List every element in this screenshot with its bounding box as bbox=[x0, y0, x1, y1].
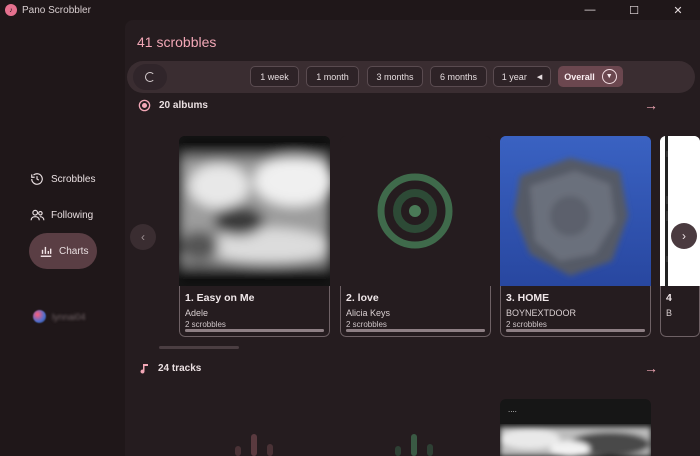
sidebar: Scrobbles Following Charts lynnai04 bbox=[0, 20, 125, 456]
sidebar-item-following[interactable]: Following bbox=[29, 197, 93, 233]
caret-left-icon: ◀ bbox=[536, 73, 543, 81]
sidebar-item-label: Following bbox=[51, 209, 94, 221]
period-toolbar: 1 week 1 month 3 months 6 months 1 year … bbox=[127, 61, 695, 93]
albums-see-all-arrow-icon[interactable]: → bbox=[644, 97, 658, 113]
albums-heading: 20 albums bbox=[159, 100, 208, 111]
period-overall-dropdown[interactable]: Overall ▼ bbox=[558, 66, 623, 87]
maximize-button[interactable]: ☐ bbox=[612, 0, 656, 20]
album-info: 2. love Alicia Keys 2 scrobbles bbox=[340, 286, 491, 337]
username: lynnai04 bbox=[52, 311, 86, 322]
album-placeholder-icon bbox=[340, 136, 491, 286]
period-1-week-button[interactable]: 1 week bbox=[250, 66, 299, 87]
album-card[interactable]: 3. HOME BOYNEXTDOOR 2 scrobbles bbox=[500, 136, 651, 337]
carousel-next-button[interactable]: › bbox=[671, 223, 697, 249]
scrobble-bar-fill bbox=[346, 329, 485, 332]
track-card[interactable]: .... bbox=[500, 399, 651, 456]
sidebar-item-label: Charts bbox=[59, 245, 89, 257]
title-bar: ♪ Pano Scrobbler — ☐ ✕ bbox=[0, 0, 700, 20]
album-card[interactable]: 2. love Alicia Keys 2 scrobbles bbox=[340, 136, 491, 337]
main-panel: 41 scrobbles 1 week 1 month 3 months 6 m… bbox=[125, 20, 700, 456]
album-cover-image bbox=[179, 136, 330, 286]
album-info: 1. Easy on Me Adele 2 scrobbles bbox=[179, 286, 330, 337]
chart-icon bbox=[39, 243, 53, 259]
spinner-icon bbox=[145, 72, 155, 82]
track-placeholder-icon bbox=[393, 434, 433, 456]
period-3-months-button[interactable]: 3 months bbox=[367, 66, 423, 87]
close-button[interactable]: ✕ bbox=[656, 0, 700, 20]
scrobble-count: 2 scrobbles bbox=[185, 320, 226, 329]
period-1-month-button[interactable]: 1 month bbox=[306, 66, 359, 87]
album-artist: Adele bbox=[185, 308, 209, 318]
scrobble-bar bbox=[506, 329, 645, 332]
sidebar-item-label: Scrobbles bbox=[51, 173, 96, 185]
scrobble-count: 2 scrobbles bbox=[506, 320, 547, 329]
page-title: 41 scrobbles bbox=[137, 34, 217, 50]
chevron-left-icon: ‹ bbox=[141, 230, 145, 244]
album-artist: B bbox=[666, 308, 673, 318]
app-logo-icon: ♪ bbox=[5, 4, 17, 16]
album-icon bbox=[138, 99, 151, 112]
album-info: 3. HOME BOYNEXTDOOR 2 scrobbles bbox=[500, 286, 651, 337]
scrobble-bar-fill bbox=[506, 329, 645, 332]
album-artist: BOYNEXTDOOR bbox=[506, 308, 577, 318]
people-icon bbox=[29, 207, 45, 223]
tracks-heading: 24 tracks bbox=[158, 363, 202, 374]
album-artist: Alicia Keys bbox=[346, 308, 391, 318]
tracks-section-header: 24 tracks bbox=[138, 362, 201, 375]
scrobble-bar bbox=[346, 329, 485, 332]
history-icon bbox=[29, 171, 45, 187]
loading-indicator bbox=[133, 64, 167, 90]
sidebar-item-scrobbles[interactable]: Scrobbles bbox=[29, 161, 95, 197]
album-info: 4 B bbox=[660, 286, 700, 337]
sidebar-item-charts[interactable]: Charts bbox=[29, 233, 97, 269]
carousel-prev-button[interactable]: ‹ bbox=[130, 224, 156, 250]
minimize-button[interactable]: — bbox=[568, 0, 612, 20]
track-placeholder-icon bbox=[233, 434, 273, 456]
album-card[interactable]: 1. Easy on Me Adele 2 scrobbles bbox=[179, 136, 330, 337]
album-cover-image bbox=[500, 136, 651, 286]
music-note-icon bbox=[138, 362, 150, 375]
chevron-right-icon: › bbox=[682, 229, 686, 243]
album-title: 2. love bbox=[346, 292, 379, 304]
tracks-see-all-arrow-icon[interactable]: → bbox=[644, 360, 658, 376]
album-title: 1. Easy on Me bbox=[185, 292, 255, 304]
period-6-months-button[interactable]: 6 months bbox=[430, 66, 487, 87]
album-title: 3. HOME bbox=[506, 292, 550, 304]
scrobble-count: 2 scrobbles bbox=[346, 320, 387, 329]
period-label: Overall bbox=[564, 71, 595, 82]
scrobble-bar-fill bbox=[185, 329, 324, 332]
album-title: 4 bbox=[666, 292, 672, 304]
chevron-down-icon: ▼ bbox=[601, 69, 617, 84]
window-title: Pano Scrobbler bbox=[22, 4, 91, 16]
albums-scrollbar[interactable] bbox=[159, 346, 239, 349]
window-controls: — ☐ ✕ bbox=[568, 0, 700, 20]
track-cover-image bbox=[500, 427, 651, 456]
albums-section-header: 20 albums bbox=[138, 99, 208, 112]
album-cover-image bbox=[660, 136, 700, 286]
user-profile[interactable]: lynnai04 bbox=[33, 310, 86, 323]
period-1-year-button[interactable]: 1 year ◀ bbox=[493, 66, 551, 87]
period-label: 1 year bbox=[501, 71, 527, 82]
avatar bbox=[33, 310, 46, 323]
scrobble-bar bbox=[185, 329, 324, 332]
